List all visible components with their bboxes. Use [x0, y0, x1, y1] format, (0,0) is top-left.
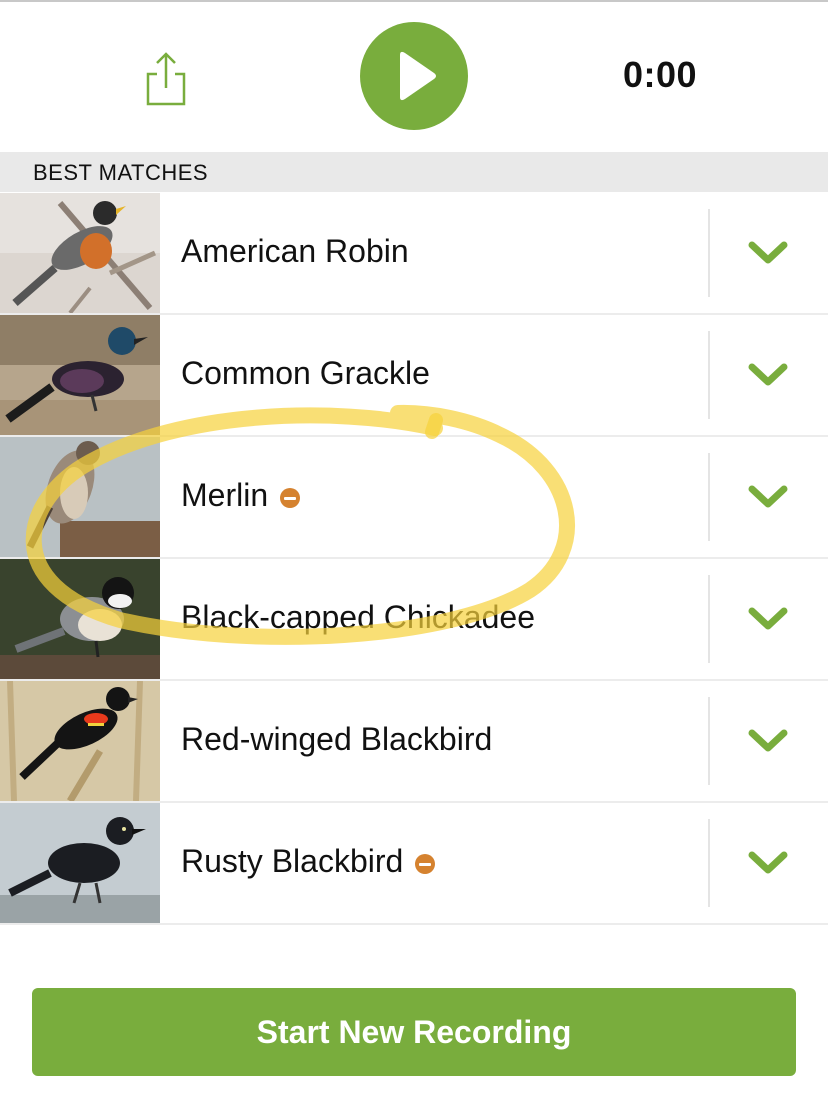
bird-name-text: Merlin: [181, 477, 269, 513]
bird-photo: [0, 315, 160, 435]
share-icon: [146, 52, 186, 106]
bird-photo: [0, 681, 160, 801]
bird-name-text: Black-capped Chickadee: [181, 599, 535, 635]
play-button[interactable]: [360, 22, 468, 130]
expand-button[interactable]: [738, 593, 798, 645]
bird-name-text: Red-winged Blackbird: [181, 721, 493, 757]
start-new-recording-button[interactable]: Start New Recording: [32, 988, 796, 1076]
match-list: American Robin Common Grackle Merlin Bla…: [0, 193, 828, 925]
expand-button[interactable]: [738, 349, 798, 401]
expand-button[interactable]: [738, 837, 798, 889]
row-divider: [708, 819, 710, 907]
rare-bird-icon: [280, 488, 301, 508]
row-divider: [708, 209, 710, 297]
bird-photo: [0, 193, 160, 313]
rare-bird-icon: [415, 854, 436, 874]
match-row-rusty-blackbird[interactable]: Rusty Blackbird: [0, 803, 828, 925]
row-divider: [708, 331, 710, 419]
bird-name: Red-winged Blackbird: [181, 721, 492, 758]
expand-button[interactable]: [738, 471, 798, 523]
chevron-down-icon: [748, 607, 788, 630]
bird-name: American Robin: [181, 233, 409, 270]
bird-name: Merlin: [181, 477, 301, 514]
match-row-american-robin[interactable]: American Robin: [0, 193, 828, 315]
chevron-down-icon: [748, 851, 788, 874]
row-divider: [708, 575, 710, 663]
chevron-down-icon: [748, 485, 788, 508]
play-icon: [400, 51, 436, 101]
match-row-merlin[interactable]: Merlin: [0, 437, 828, 559]
match-row-red-winged-blackbird[interactable]: Red-winged Blackbird: [0, 681, 828, 803]
bird-name: Rusty Blackbird: [181, 843, 436, 880]
expand-button[interactable]: [738, 227, 798, 279]
section-title: BEST MATCHES: [33, 160, 209, 185]
chevron-down-icon: [748, 363, 788, 386]
chevron-down-icon: [748, 241, 788, 264]
bird-name: Common Grackle: [181, 355, 430, 392]
match-row-common-grackle[interactable]: Common Grackle: [0, 315, 828, 437]
bird-name-text: American Robin: [181, 233, 409, 269]
bird-name-text: Rusty Blackbird: [181, 843, 404, 879]
bird-photo: [0, 559, 160, 679]
chevron-down-icon: [748, 729, 788, 752]
match-row-black-capped-chickadee[interactable]: Black-capped Chickadee: [0, 559, 828, 681]
best-matches-header: BEST MATCHES: [0, 152, 828, 192]
player-bar: 0:00: [0, 2, 828, 152]
bird-photo: [0, 803, 160, 923]
row-divider: [708, 697, 710, 785]
share-button[interactable]: [140, 50, 192, 106]
bird-name-text: Common Grackle: [181, 355, 430, 391]
bird-photo: [0, 437, 160, 557]
bird-name: Black-capped Chickadee: [181, 599, 535, 636]
recording-timer: 0:00: [622, 54, 698, 95]
expand-button[interactable]: [738, 715, 798, 767]
row-divider: [708, 453, 710, 541]
